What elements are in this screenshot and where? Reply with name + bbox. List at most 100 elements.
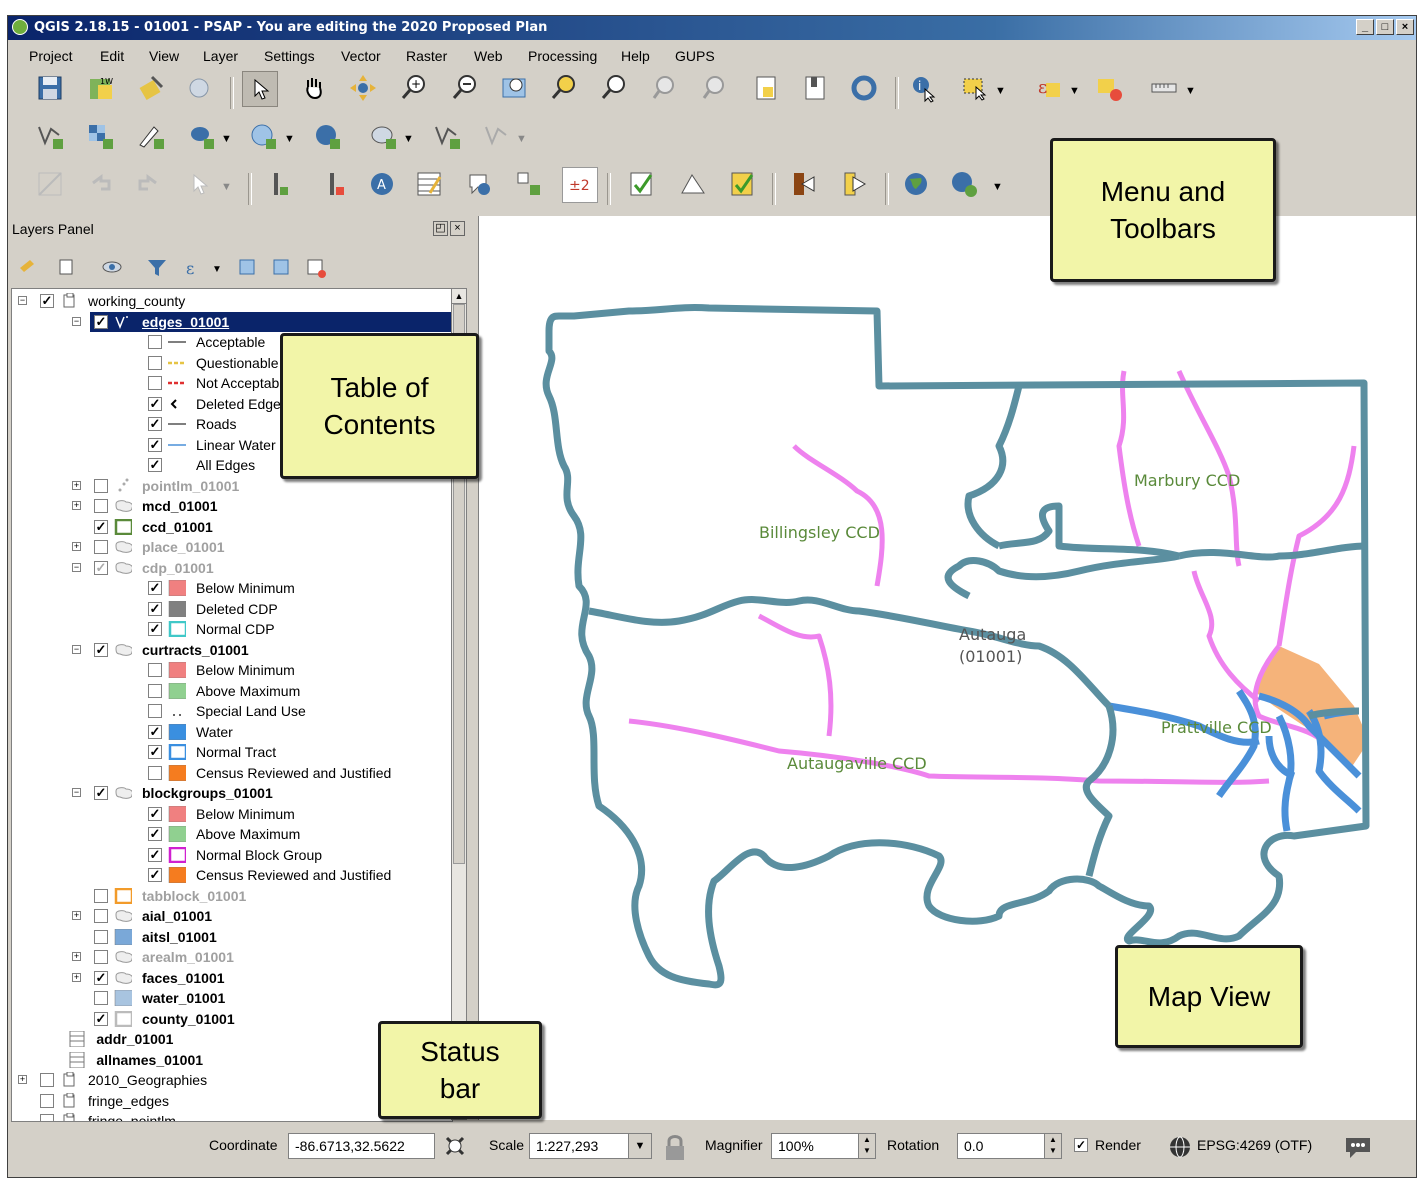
layer-tree-row[interactable]: − ✓ edges_01001 xyxy=(12,311,452,332)
plus-minus-2-icon[interactable]: ±2 xyxy=(562,167,598,203)
layer-tree-row[interactable]: Above Maximum xyxy=(12,681,452,701)
add-group-icon[interactable] xyxy=(59,259,73,275)
toggle-editing-icon[interactable] xyxy=(33,167,67,201)
expand-icon[interactable]: + xyxy=(72,972,81,982)
lock-scale-icon[interactable] xyxy=(661,1132,689,1162)
float-panel-icon[interactable]: ◰ xyxy=(433,221,448,236)
remove-layer-icon[interactable] xyxy=(307,259,326,278)
layer-checkbox[interactable]: ✓ xyxy=(148,417,162,431)
select-features-icon[interactable] xyxy=(958,71,992,105)
add-wms-layer-icon[interactable] xyxy=(246,119,280,153)
rotation-stepper-icon[interactable]: ▲ ▼ xyxy=(1044,1134,1061,1158)
new-virtual-layer-icon[interactable] xyxy=(430,119,464,153)
layer-checkbox[interactable] xyxy=(40,1114,54,1121)
layer-tree-row[interactable]: ✓ Deleted CDP xyxy=(12,599,452,619)
rotation-spinbox[interactable]: 0.0 ▲ ▼ xyxy=(957,1133,1062,1159)
attribute-table-icon[interactable] xyxy=(412,167,446,201)
layer-tree-row[interactable]: water_01001 xyxy=(12,988,452,1008)
layer-checkbox[interactable] xyxy=(148,704,162,718)
collapse-icon[interactable]: − xyxy=(18,296,27,305)
layer-checkbox[interactable] xyxy=(148,663,162,677)
render-checkbox[interactable]: ✓ xyxy=(1074,1138,1088,1152)
layer-tree-row[interactable]: ✓ Above Maximum xyxy=(12,824,452,844)
layer-tree-row[interactable]: ✓ Below Minimum xyxy=(12,578,452,598)
new-bookmark-icon[interactable] xyxy=(798,71,832,105)
zoom-out-icon[interactable] xyxy=(448,71,482,105)
expand-icon[interactable]: + xyxy=(72,480,81,490)
crs-label[interactable]: EPSG:4269 (OTF) xyxy=(1197,1137,1312,1153)
menu-settings[interactable]: Settings xyxy=(264,48,315,64)
layer-checkbox[interactable]: ✓ xyxy=(148,458,162,472)
vertex-dropdown-icon[interactable]: ▼ xyxy=(516,133,527,145)
close-panel-icon[interactable]: × xyxy=(450,221,465,236)
help-contents-icon[interactable] xyxy=(183,71,217,105)
add-wfs-layer-icon[interactable] xyxy=(310,119,344,153)
layer-tree-row[interactable]: ✓ Water xyxy=(12,722,452,742)
menu-view[interactable]: View xyxy=(149,48,179,64)
messages-icon[interactable] xyxy=(1344,1134,1372,1160)
expand-all-icon[interactable] xyxy=(239,259,255,275)
expand-icon[interactable]: + xyxy=(72,952,81,961)
split-features-icon[interactable] xyxy=(512,167,546,201)
layer-checkbox[interactable]: ✓ xyxy=(94,1011,108,1026)
export-icon[interactable] xyxy=(837,167,871,201)
label-tool-icon[interactable]: A xyxy=(365,167,399,201)
layer-tree-row[interactable]: Below Minimum xyxy=(12,660,452,680)
layer-checkbox[interactable] xyxy=(94,540,108,554)
coordinate-field[interactable]: -86.6713,32.5622 xyxy=(288,1133,435,1159)
menu-gups[interactable]: GUPS xyxy=(675,48,715,64)
layer-checkbox[interactable] xyxy=(94,499,108,513)
menu-help[interactable]: Help xyxy=(621,48,650,64)
layer-tree-row[interactable]: Census Reviewed and Justified xyxy=(12,763,452,783)
zoom-in-icon[interactable]: + xyxy=(397,71,431,105)
label-dropdown-icon[interactable]: ▼ xyxy=(221,181,232,193)
layer-checkbox[interactable] xyxy=(148,355,162,370)
add-globe-layer-icon[interactable] xyxy=(947,167,981,201)
layer-checkbox[interactable] xyxy=(94,929,108,944)
layer-checkbox[interactable] xyxy=(40,1093,54,1108)
select-dropdown-icon[interactable]: ▼ xyxy=(995,85,1006,97)
toggle-extents-icon[interactable] xyxy=(441,1132,471,1162)
refresh-icon[interactable] xyxy=(847,71,881,105)
undo-icon[interactable] xyxy=(83,167,117,201)
expression-dropdown-icon[interactable]: ▼ xyxy=(1069,85,1080,97)
filter-legend-icon[interactable] xyxy=(148,260,166,276)
layer-checkbox[interactable] xyxy=(148,376,162,390)
layer-tree-row[interactable]: − ✓ cdp_01001 xyxy=(12,558,452,578)
add-postgis-layer-icon[interactable] xyxy=(184,119,218,153)
globe-dropdown-icon[interactable]: ▼ xyxy=(992,181,1003,193)
redo-icon[interactable] xyxy=(132,167,166,201)
layer-tree-row[interactable]: ✓ Normal CDP xyxy=(12,619,452,639)
menu-vector[interactable]: Vector xyxy=(341,48,381,64)
scale-dropdown-icon[interactable]: ▼ xyxy=(628,1134,651,1158)
layer-checkbox[interactable]: ✓ xyxy=(148,396,162,411)
import-icon[interactable] xyxy=(786,167,820,201)
close-button[interactable]: × xyxy=(1396,19,1414,35)
zoom-to-layer-icon[interactable] xyxy=(597,71,631,105)
scroll-up-icon[interactable]: ▲ xyxy=(452,289,466,304)
layer-checkbox[interactable] xyxy=(94,478,108,493)
minimize-button[interactable]: _ xyxy=(1356,19,1374,35)
zoom-full-icon[interactable] xyxy=(497,71,531,105)
expand-icon[interactable]: + xyxy=(72,911,81,920)
layer-checkbox[interactable]: ✓ xyxy=(148,868,162,882)
measure-dropdown-icon[interactable]: ▼ xyxy=(1185,85,1196,97)
map-tips-icon[interactable] xyxy=(462,167,496,201)
magnifier-stepper-icon[interactable]: ▲ ▼ xyxy=(858,1134,875,1158)
layer-checkbox[interactable]: ✓ xyxy=(40,294,54,308)
layer-checkbox[interactable]: ✓ xyxy=(94,314,108,329)
validate-icon[interactable] xyxy=(625,167,659,201)
deselect-features-icon[interactable] xyxy=(1092,71,1126,105)
save-project-icon[interactable] xyxy=(33,71,67,105)
menu-raster[interactable]: Raster xyxy=(406,48,447,64)
layer-checkbox[interactable]: ✓ xyxy=(148,806,162,821)
layer-checkbox[interactable]: ✓ xyxy=(148,847,162,862)
add-edge-icon[interactable] xyxy=(264,167,298,201)
zoom-next-icon[interactable] xyxy=(698,71,732,105)
expand-icon[interactable]: + xyxy=(18,1075,27,1084)
vertex-tool-icon[interactable] xyxy=(480,119,514,153)
layer-tree-row[interactable]: tabblock_01001 xyxy=(12,886,452,906)
select-by-expression-icon[interactable]: ε xyxy=(1032,71,1066,105)
collapse-icon[interactable]: − xyxy=(72,316,81,326)
layer-checkbox[interactable]: ✓ xyxy=(94,560,108,575)
